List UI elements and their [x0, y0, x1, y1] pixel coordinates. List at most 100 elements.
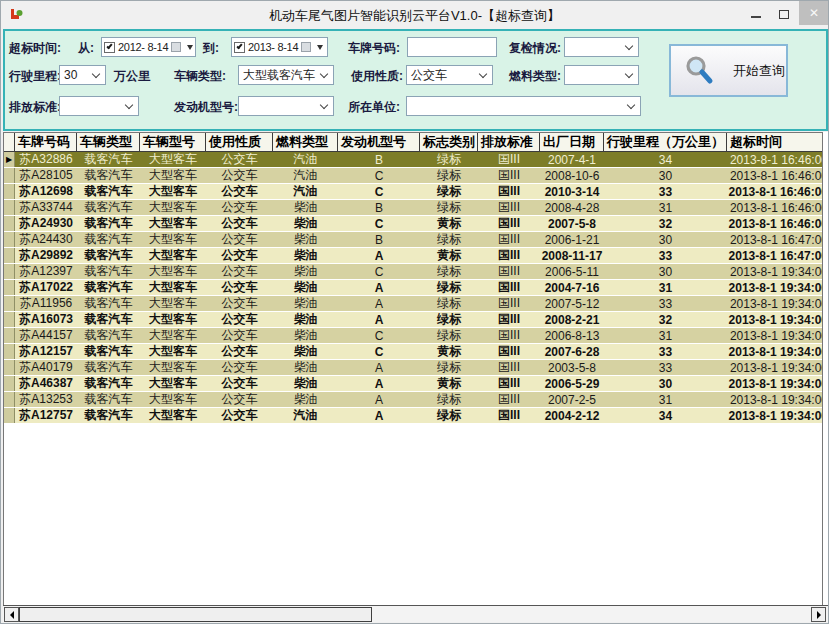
minimize-button[interactable]	[743, 1, 769, 25]
table-cell: 苏A11956	[15, 296, 77, 311]
row-selector-arrow[interactable]: ▶	[4, 152, 15, 167]
row-header-cell[interactable]	[4, 248, 15, 263]
scroll-right-button[interactable]	[811, 607, 826, 622]
table-row[interactable]: 苏A11956载客汽车大型客车公交车柴油A绿标国III2007-5-123320…	[4, 296, 822, 312]
table-row[interactable]: 苏A24430载客汽车大型客车公交车柴油B绿标国III2006-1-213020…	[4, 232, 822, 248]
fuel-select[interactable]	[564, 65, 639, 85]
table-cell: 大型客车	[140, 280, 206, 295]
table-cell: 国III	[478, 264, 540, 279]
date-to[interactable]: ✓ 2013- 8-14	[231, 37, 328, 57]
dropdown-arrow-icon[interactable]	[317, 45, 323, 50]
column-header[interactable]: 行驶里程（万公里）	[604, 133, 727, 151]
table-cell: 2007-5-12	[540, 296, 604, 311]
table-cell: 公交车	[206, 376, 273, 391]
table-row[interactable]: 苏A29892载客汽车大型客车公交车柴油A黄标国III2008-11-17332…	[4, 248, 822, 264]
search-button[interactable]: 开始查询	[669, 44, 788, 97]
table-cell: 载客汽车	[77, 200, 140, 215]
table-cell: 载客汽车	[77, 152, 140, 167]
horizontal-scrollbar[interactable]	[3, 605, 828, 622]
column-header[interactable]: 出厂日期	[540, 133, 604, 151]
search-button-label: 开始查询	[733, 62, 785, 80]
row-header-cell[interactable]	[4, 264, 15, 279]
table-cell: 汽油	[273, 184, 338, 199]
plate-input[interactable]	[407, 37, 497, 57]
row-header-cell[interactable]	[4, 168, 15, 183]
column-header[interactable]: 车牌号码	[15, 133, 77, 151]
table-row[interactable]: 苏A40179载客汽车大型客车公交车柴油A绿标国III2003-5-833201…	[4, 360, 822, 376]
table-cell: A	[338, 408, 420, 423]
row-header-cell[interactable]	[4, 344, 15, 359]
recheck-select[interactable]	[564, 37, 639, 57]
table-cell: 2013-8-1 19:34:00	[727, 280, 823, 295]
table-row[interactable]: ▶苏A32886载客汽车大型客车公交车汽油B绿标国III2007-4-13420…	[4, 152, 822, 168]
table-cell: 大型客车	[140, 344, 206, 359]
table-cell: 大型客车	[140, 248, 206, 263]
table-cell: 柴油	[273, 264, 338, 279]
row-header-cell[interactable]	[4, 360, 15, 375]
row-header-cell[interactable]	[4, 280, 15, 295]
scroll-left-button[interactable]	[4, 607, 19, 622]
scrollbar-thumb[interactable]	[19, 607, 372, 622]
table-row[interactable]: 苏A17022载客汽车大型客车公交车柴油A绿标国III2004-7-163120…	[4, 280, 822, 296]
table-row[interactable]: 苏A12397载客汽车大型客车公交车柴油C绿标国III2006-5-113020…	[4, 264, 822, 280]
table-cell: 大型客车	[140, 360, 206, 375]
table-row[interactable]: 苏A16073载客汽车大型客车公交车柴油A绿标国III2008-2-213220…	[4, 312, 822, 328]
table-row[interactable]: 苏A12698载客汽车大型客车公交车汽油C绿标国III2010-3-143320…	[4, 184, 822, 200]
row-header-cell[interactable]	[4, 232, 15, 247]
label-fuel: 燃料类型:	[509, 68, 561, 85]
vehicle-type-select[interactable]: 大型载客汽车	[238, 65, 334, 85]
row-header-cell[interactable]	[4, 328, 15, 343]
table-cell: 汽油	[273, 152, 338, 167]
table-cell: 2007-6-28	[540, 344, 604, 359]
table-row[interactable]: 苏A13253载客汽车大型客车公交车柴油A绿标国III2007-2-531201…	[4, 392, 822, 408]
column-header[interactable]: 排放标准	[478, 133, 540, 151]
row-header-cell[interactable]	[4, 392, 15, 407]
table-row[interactable]: 苏A28105载客汽车大型客车公交车汽油C绿标国III2008-10-63020…	[4, 168, 822, 184]
column-header[interactable]: 使用性质	[206, 133, 273, 151]
table-row[interactable]: 苏A33744载客汽车大型客车公交车柴油B绿标国III2008-4-283120…	[4, 200, 822, 216]
date-from[interactable]: ✓ 2012- 8-14	[101, 37, 196, 57]
column-header[interactable]: 标志类别	[420, 133, 478, 151]
table-cell: 2006-8-13	[540, 328, 604, 343]
table-row[interactable]: 苏A12757载客汽车大型客车公交车汽油A绿标国III2004-2-123420…	[4, 408, 822, 424]
table-cell: 2004-2-12	[540, 408, 604, 423]
table-cell: 大型客车	[140, 200, 206, 215]
table-row[interactable]: 苏A12157载客汽车大型客车公交车柴油C黄标国III2007-6-283320…	[4, 344, 822, 360]
row-header-cell[interactable]	[4, 312, 15, 327]
row-header-cell[interactable]	[4, 200, 15, 215]
table-cell: 载客汽车	[77, 408, 140, 423]
row-header-cell[interactable]	[4, 408, 15, 423]
table-cell: 国III	[478, 216, 540, 231]
table-cell: 31	[604, 392, 727, 407]
table-cell: 国III	[478, 184, 540, 199]
date-to-checkbox[interactable]: ✓	[234, 42, 245, 53]
row-header-cell[interactable]	[4, 216, 15, 231]
table-cell: 2006-5-29	[540, 376, 604, 391]
date-from-checkbox[interactable]: ✓	[104, 42, 115, 53]
calendar-icon[interactable]	[301, 42, 311, 52]
emission-select[interactable]	[59, 96, 139, 116]
row-header-cell[interactable]	[4, 376, 15, 391]
column-header[interactable]: 发动机型号	[338, 133, 420, 151]
maximize-button[interactable]	[771, 1, 797, 25]
column-header[interactable]: 超标时间	[727, 133, 823, 151]
dropdown-arrow-icon[interactable]	[187, 45, 193, 50]
table-row[interactable]: 苏A24930载客汽车大型客车公交车柴油C黄标国III2007-5-832201…	[4, 216, 822, 232]
column-header[interactable]: 燃料类型	[273, 133, 338, 151]
calendar-icon[interactable]	[171, 42, 181, 52]
unit-select[interactable]	[406, 96, 641, 116]
row-header-cell[interactable]	[4, 184, 15, 199]
table-cell: 苏A12757	[15, 408, 77, 423]
engine-select[interactable]	[238, 96, 334, 116]
row-header-cell[interactable]	[4, 296, 15, 311]
mileage-select[interactable]: 30	[59, 65, 106, 85]
usage-select[interactable]: 公交车	[406, 65, 493, 85]
table-row[interactable]: 苏A46387载客汽车大型客车公交车柴油A黄标国III2006-5-293020…	[4, 376, 822, 392]
table-cell: 载客汽车	[77, 232, 140, 247]
table-cell: 汽油	[273, 168, 338, 183]
table-row[interactable]: 苏A44157载客汽车大型客车公交车柴油C绿标国III2006-8-133120…	[4, 328, 822, 344]
table-cell: 31	[604, 328, 727, 343]
close-button[interactable]: ✕	[799, 1, 829, 25]
column-header[interactable]: 车辆型号	[140, 133, 206, 151]
column-header[interactable]: 车辆类型	[77, 133, 140, 151]
